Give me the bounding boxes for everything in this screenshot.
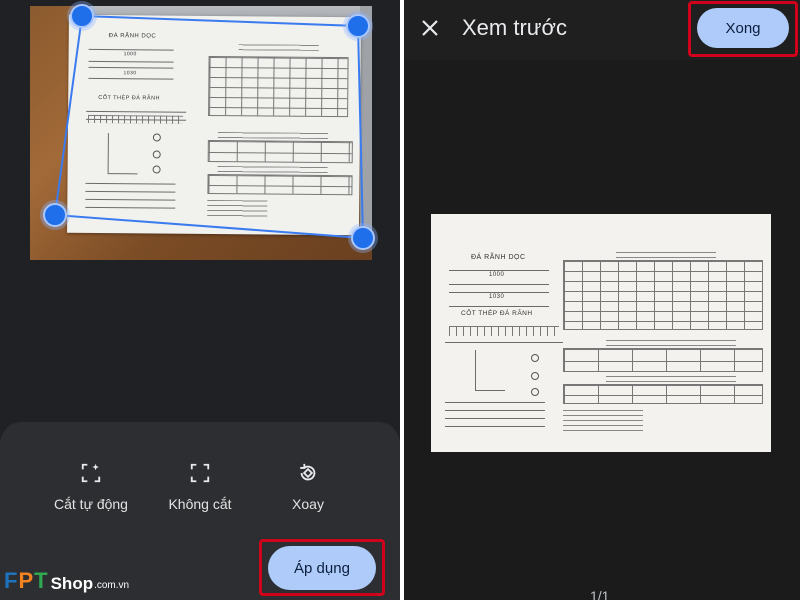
crop-handle-top-right[interactable] — [346, 14, 370, 38]
document-photo: ĐÁ RÃNH DỌC 1000 1030 CỐT THÉP ĐÁ RÃNH — [30, 6, 372, 260]
page-title: Xem trước — [462, 15, 567, 40]
paper-sheet: ĐÁ RÃNH DỌC 1000 1030 CỐT THÉP ĐÁ RÃNH — [67, 14, 361, 236]
preview-document: ĐÁ RÃNH DỌC 1000 1030 CỐT THÉP ĐÁ RÃNH — [431, 214, 771, 452]
auto-crop-button[interactable]: Cắt tự động — [36, 462, 146, 512]
no-crop-button[interactable]: Không cắt — [145, 462, 255, 512]
auto-crop-icon — [81, 463, 101, 483]
fpt-shop-logo: FPT Shop .com.vn — [4, 568, 130, 593]
highlight-apply-button — [259, 539, 385, 596]
crop-handle-bottom-right[interactable] — [351, 226, 375, 250]
doc-title: ĐÁ RÃNH DỌC — [108, 33, 157, 40]
auto-crop-label: Cắt tự động — [54, 496, 128, 512]
close-button[interactable] — [418, 16, 442, 40]
close-icon — [422, 20, 438, 36]
crop-editor-panel: ĐÁ RÃNH DỌC 1000 1030 CỐT THÉP ĐÁ RÃNH C… — [0, 0, 400, 600]
doc-section: CỐT THÉP ĐÁ RÃNH — [98, 94, 161, 102]
preview-panel: Xem trước Xong ĐÁ RÃNH DỌC 1000 1030 CỐT… — [404, 0, 800, 600]
no-crop-label: Không cắt — [168, 496, 232, 512]
rotate-label: Xoay — [292, 496, 324, 512]
crop-handle-bottom-left[interactable] — [43, 203, 67, 227]
rotate-icon — [300, 463, 316, 481]
page-indicator: 1/1 — [590, 588, 610, 600]
no-crop-icon — [190, 463, 210, 483]
rotate-button[interactable]: Xoay — [253, 462, 363, 512]
highlight-done-button — [688, 1, 798, 57]
crop-handle-top-left[interactable] — [70, 4, 94, 28]
